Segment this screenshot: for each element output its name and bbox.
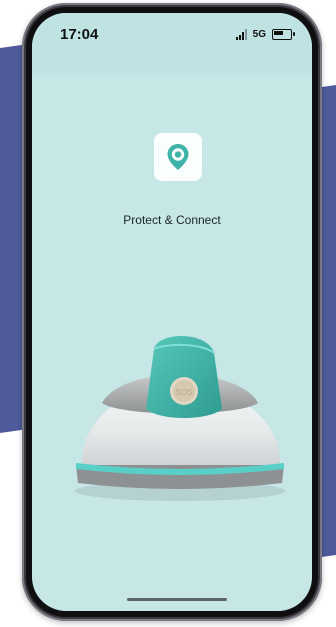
network-type: 5G xyxy=(252,29,266,40)
signal-icon xyxy=(235,29,247,40)
app-tagline: Protect & Connect xyxy=(123,213,221,227)
status-time: 17:04 xyxy=(60,26,99,43)
status-indicators: 5G xyxy=(235,29,295,40)
app-screen: 17:04 5G Protect & Connect SOS xyxy=(32,13,312,611)
app-logo xyxy=(154,133,202,181)
status-bar: 17:04 5G xyxy=(32,13,312,75)
home-indicator[interactable] xyxy=(127,598,227,601)
sos-device-dock-image: SOS xyxy=(75,335,285,501)
battery-icon xyxy=(272,29,295,40)
sos-label: SOS xyxy=(176,388,193,397)
location-pin-icon xyxy=(167,144,189,170)
phone-frame: 17:04 5G Protect & Connect SOS xyxy=(22,3,322,621)
